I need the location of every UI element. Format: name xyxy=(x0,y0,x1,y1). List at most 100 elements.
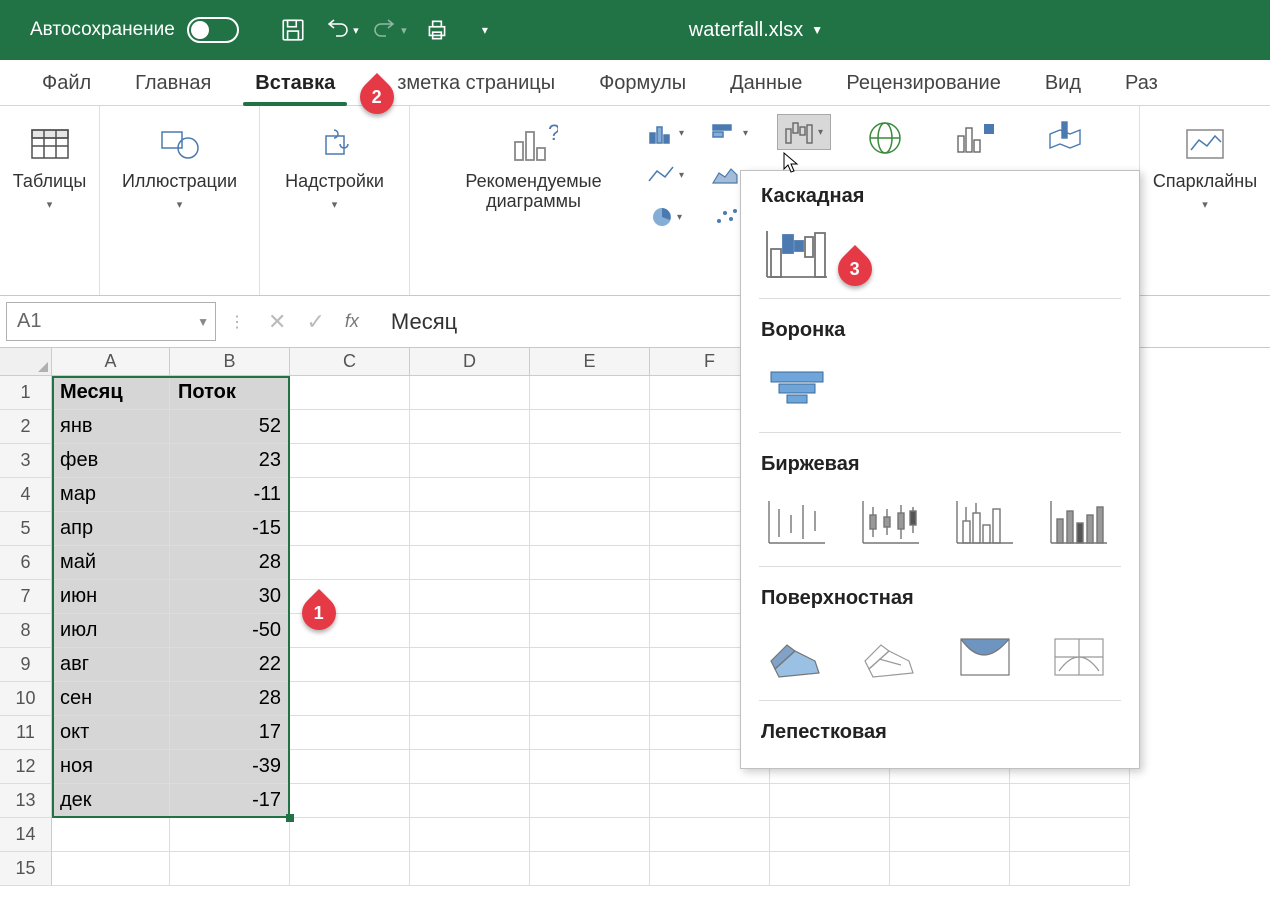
cell[interactable] xyxy=(890,784,1010,818)
row-header[interactable]: 15 xyxy=(0,852,52,886)
stock-chart-option-4[interactable] xyxy=(1043,494,1115,550)
cell[interactable] xyxy=(410,818,530,852)
print-button[interactable] xyxy=(419,12,455,48)
qat-customize[interactable]: ▾ xyxy=(467,12,503,48)
cell[interactable] xyxy=(1010,818,1130,852)
row-header[interactable]: 14 xyxy=(0,818,52,852)
row-header[interactable]: 1 xyxy=(0,376,52,410)
cell[interactable] xyxy=(530,648,650,682)
cell[interactable] xyxy=(650,818,770,852)
cell[interactable]: 52 xyxy=(170,410,290,444)
tab-home[interactable]: Главная xyxy=(113,64,233,105)
surface-chart-option-4[interactable] xyxy=(1043,628,1115,684)
pie-chart-button[interactable]: ▾ xyxy=(637,198,695,236)
row-header[interactable]: 8 xyxy=(0,614,52,648)
cell[interactable] xyxy=(530,852,650,886)
row-header[interactable]: 7 xyxy=(0,580,52,614)
tables-button[interactable]: Таблицы ▾ xyxy=(3,114,97,217)
cell[interactable] xyxy=(52,818,170,852)
cell[interactable] xyxy=(170,852,290,886)
row-header[interactable]: 10 xyxy=(0,682,52,716)
recommended-charts-button[interactable]: ? Рекомендуемые диаграммы xyxy=(449,114,619,218)
name-box[interactable]: A1 ▼ xyxy=(6,302,216,341)
cell[interactable]: мар xyxy=(52,478,170,512)
cell[interactable] xyxy=(530,546,650,580)
stock-chart-option-1[interactable] xyxy=(761,494,833,550)
row-header[interactable]: 11 xyxy=(0,716,52,750)
cell[interactable] xyxy=(530,410,650,444)
document-title[interactable]: waterfall.xlsx ▼ xyxy=(689,19,823,42)
surface-chart-option-2[interactable] xyxy=(855,628,927,684)
cell[interactable] xyxy=(410,614,530,648)
cell[interactable] xyxy=(530,376,650,410)
row-header[interactable]: 6 xyxy=(0,546,52,580)
bar-chart-button[interactable]: ▾ xyxy=(701,114,759,152)
col-header[interactable]: D xyxy=(410,348,530,376)
cell[interactable]: ноя xyxy=(52,750,170,784)
cell[interactable] xyxy=(410,546,530,580)
cell[interactable] xyxy=(52,852,170,886)
cell[interactable]: янв xyxy=(52,410,170,444)
cell[interactable] xyxy=(290,682,410,716)
cell[interactable] xyxy=(290,444,410,478)
cell[interactable]: 17 xyxy=(170,716,290,750)
funnel-chart-option[interactable] xyxy=(761,360,833,416)
cell[interactable] xyxy=(410,512,530,546)
addins-button[interactable]: Надстройки ▾ xyxy=(275,114,394,217)
tab-data[interactable]: Данные xyxy=(708,64,824,105)
cell[interactable]: -50 xyxy=(170,614,290,648)
cell[interactable] xyxy=(650,784,770,818)
cell[interactable] xyxy=(530,682,650,716)
cell[interactable] xyxy=(770,818,890,852)
surface-chart-option-3[interactable] xyxy=(949,628,1021,684)
cell[interactable] xyxy=(1010,784,1130,818)
undo-button[interactable]: ▾ xyxy=(323,12,359,48)
row-header[interactable]: 4 xyxy=(0,478,52,512)
cell[interactable] xyxy=(770,852,890,886)
cell[interactable] xyxy=(530,614,650,648)
stock-chart-option-3[interactable] xyxy=(949,494,1021,550)
col-header[interactable]: B xyxy=(170,348,290,376)
cell[interactable] xyxy=(530,818,650,852)
pivotchart-button[interactable] xyxy=(939,114,1011,168)
cell[interactable] xyxy=(170,818,290,852)
redo-button[interactable]: ▾ xyxy=(371,12,407,48)
save-button[interactable] xyxy=(275,12,311,48)
fx-icon[interactable]: fx xyxy=(345,311,359,332)
waterfall-chart-button[interactable]: ▾ xyxy=(777,114,831,150)
cell[interactable] xyxy=(290,852,410,886)
line-chart-button[interactable]: ▾ xyxy=(637,156,695,194)
cell[interactable] xyxy=(290,648,410,682)
row-header[interactable]: 12 xyxy=(0,750,52,784)
cell[interactable] xyxy=(290,512,410,546)
cell[interactable]: 22 xyxy=(170,648,290,682)
cell[interactable]: дек xyxy=(52,784,170,818)
cell[interactable]: -15 xyxy=(170,512,290,546)
row-header[interactable]: 5 xyxy=(0,512,52,546)
autosave-toggle[interactable] xyxy=(187,17,239,43)
cell[interactable] xyxy=(530,716,650,750)
tab-view[interactable]: Вид xyxy=(1023,64,1103,105)
stock-chart-option-2[interactable] xyxy=(855,494,927,550)
cell[interactable]: окт xyxy=(52,716,170,750)
row-header[interactable]: 13 xyxy=(0,784,52,818)
cell[interactable] xyxy=(410,376,530,410)
surface-chart-option-1[interactable] xyxy=(761,628,833,684)
cell[interactable] xyxy=(410,750,530,784)
row-header[interactable]: 9 xyxy=(0,648,52,682)
cell[interactable] xyxy=(530,478,650,512)
maps-button[interactable] xyxy=(849,114,921,168)
cell[interactable]: июл xyxy=(52,614,170,648)
cell[interactable]: -17 xyxy=(170,784,290,818)
cell[interactable] xyxy=(290,818,410,852)
cell[interactable] xyxy=(410,410,530,444)
tab-formulas[interactable]: Формулы xyxy=(577,64,708,105)
row-header[interactable]: 2 xyxy=(0,410,52,444)
cell[interactable] xyxy=(410,682,530,716)
cell[interactable] xyxy=(410,784,530,818)
column-chart-button[interactable]: ▾ xyxy=(637,114,695,152)
cell[interactable]: авг xyxy=(52,648,170,682)
tab-review[interactable]: Рецензирование xyxy=(824,64,1022,105)
col-header[interactable]: C xyxy=(290,348,410,376)
cell[interactable]: июн xyxy=(52,580,170,614)
